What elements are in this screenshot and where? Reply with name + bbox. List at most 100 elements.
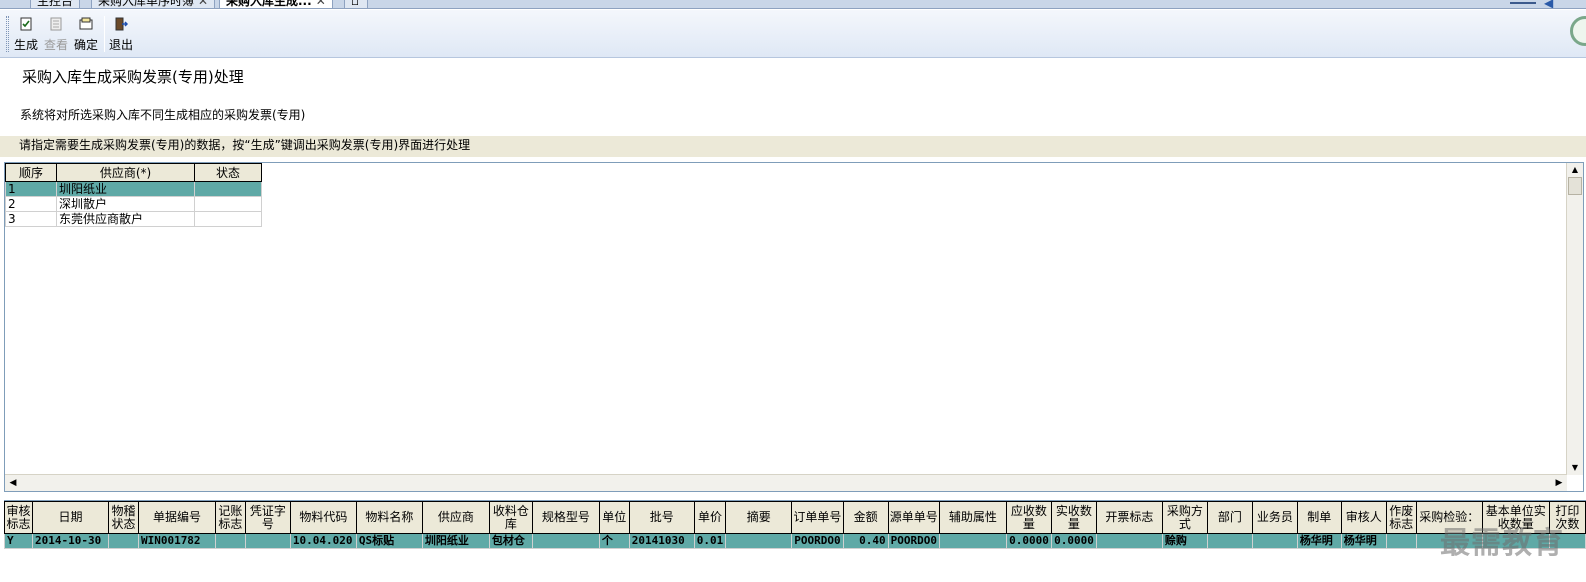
table-row[interactable]: 3 东莞供应商散户 [5, 211, 262, 227]
column-header[interactable]: 采购方式 [1161, 501, 1208, 534]
column-header[interactable]: 源单单号 [887, 501, 940, 534]
close-icon[interactable]: ✕ [198, 0, 208, 8]
table-cell[interactable]: 个 [598, 533, 630, 549]
table-cell[interactable]: Y [4, 533, 33, 549]
supplier-grid: 顺序 供应商(*) 状态 1 圳阳纸业 2 深圳散户 3 东莞供应商散户 [5, 163, 262, 227]
table-cell[interactable] [725, 533, 793, 549]
column-header[interactable]: 单价 [693, 501, 727, 534]
new-tab-icon: ▫ [351, 0, 360, 8]
column-header-status[interactable]: 状态 [194, 163, 262, 182]
table-row[interactable]: 1 圳阳纸业 [5, 181, 262, 197]
table-cell[interactable]: 杨华明 [1340, 533, 1387, 549]
instruction-bar: 请指定需要生成采购发票(专用)的数据，按“生成”键调出采购发票(专用)界面进行处… [0, 136, 1586, 157]
table-cell[interactable] [1251, 533, 1298, 549]
minimize-icon[interactable] [1510, 0, 1536, 4]
horizontal-scrollbar[interactable]: ◀ ▶ [5, 474, 1567, 491]
column-header[interactable]: 订单单号 [791, 501, 844, 534]
table-row[interactable]: 2 深圳散户 [5, 196, 262, 212]
table-cell[interactable] [214, 533, 246, 549]
toolbar-grip[interactable] [6, 16, 9, 52]
watermark: 最需教育 [1440, 526, 1564, 561]
view-button[interactable]: 查看 [41, 14, 71, 54]
table-cell[interactable] [1206, 533, 1253, 549]
column-header[interactable]: 制单 [1296, 501, 1342, 534]
table-cell[interactable] [1095, 533, 1163, 549]
table-cell[interactable]: 20141030 [628, 533, 695, 549]
table-cell[interactable] [244, 533, 291, 549]
generate-button[interactable]: 生成 [11, 14, 41, 54]
column-header[interactable]: 物稽状态 [107, 501, 139, 534]
column-header[interactable]: 日期 [31, 501, 109, 534]
vertical-scrollbar[interactable]: ▲ ▼ [1566, 163, 1583, 475]
cell-seq[interactable]: 3 [5, 211, 57, 227]
column-header[interactable]: 摘要 [725, 501, 793, 534]
cell-status[interactable] [194, 181, 262, 197]
table-cell[interactable] [1385, 533, 1417, 549]
table-cell[interactable]: POORDO0 [791, 533, 844, 549]
column-header-supplier[interactable]: 供应商(*) [56, 163, 195, 182]
column-header[interactable]: 记账标志 [214, 501, 246, 534]
table-cell[interactable] [531, 533, 600, 549]
column-header[interactable]: 物料名称 [355, 501, 423, 534]
exit-button[interactable]: 退出 [106, 14, 136, 54]
table-cell[interactable]: 10.04.020 [289, 533, 357, 549]
column-header[interactable]: 供应商 [421, 501, 490, 534]
confirm-button[interactable]: 确定 [71, 14, 101, 54]
table-cell[interactable]: 杨华明 [1296, 533, 1342, 549]
column-header[interactable]: 规格型号 [531, 501, 600, 534]
cell-seq[interactable]: 2 [5, 196, 57, 212]
column-header[interactable]: 辅助属性 [938, 501, 1007, 534]
scroll-left-icon[interactable]: ◀ [7, 477, 19, 489]
column-header[interactable]: 收料仓库 [488, 501, 533, 534]
column-header[interactable]: 单据编号 [137, 501, 216, 534]
table-cell[interactable] [107, 533, 139, 549]
table-row[interactable]: Y 2014-10-30 WIN001782 10.04.020 QS标贴 圳阳纸业 包材仓… [4, 533, 1586, 549]
cell-seq[interactable]: 1 [5, 181, 57, 197]
table-cell[interactable]: QS标贴 [355, 533, 423, 549]
supplier-grid-panel: 顺序 供应商(*) 状态 1 圳阳纸业 2 深圳散户 3 东莞供应商散户 ▲ ▼… [4, 162, 1584, 492]
column-header[interactable]: 物料代码 [289, 501, 357, 534]
scroll-thumb[interactable] [1568, 177, 1582, 195]
table-cell[interactable] [938, 533, 1007, 549]
table-cell[interactable]: 包材仓 [488, 533, 533, 549]
column-header[interactable]: 作废标志 [1385, 501, 1417, 534]
column-header[interactable]: 审核人 [1340, 501, 1387, 534]
table-cell[interactable]: POORDO0 [887, 533, 940, 549]
table-cell[interactable]: 0.01 [693, 533, 727, 549]
cell-supplier[interactable]: 深圳散户 [56, 196, 195, 212]
column-header[interactable]: 批号 [628, 501, 695, 534]
tab-new[interactable]: ▫ [344, 0, 368, 8]
scroll-up-icon[interactable]: ▲ [1570, 165, 1580, 175]
column-header[interactable]: 开票标志 [1095, 501, 1163, 534]
tab-invoice-generate[interactable]: 采购入库生成... ✕ [219, 0, 333, 8]
help-icon[interactable] [1570, 16, 1586, 46]
table-cell[interactable]: 2014-10-30 [31, 533, 109, 549]
table-cell[interactable]: WIN001782 [137, 533, 216, 549]
column-header[interactable]: 业务员 [1251, 501, 1298, 534]
cell-status[interactable] [194, 211, 262, 227]
table-cell[interactable]: 0.40 [842, 533, 889, 549]
tab-label: 主控台 [37, 0, 74, 8]
table-cell[interactable]: 0.0000 [1050, 533, 1097, 549]
column-header[interactable]: 金额 [842, 501, 889, 534]
cell-status[interactable] [194, 196, 262, 212]
column-header[interactable]: 部门 [1206, 501, 1253, 534]
scroll-right-icon[interactable]: ▶ [1553, 477, 1565, 489]
tab-console[interactable]: 主控台 [30, 0, 81, 8]
column-header[interactable]: 应收数量 [1005, 501, 1052, 534]
column-header[interactable]: 凭证字号 [244, 501, 291, 534]
column-header-seq[interactable]: 顺序 [5, 163, 57, 182]
cell-supplier[interactable]: 圳阳纸业 [56, 181, 195, 197]
column-header[interactable]: 审核标志 [4, 501, 33, 534]
tab-purchase-list[interactable]: 采购入库单序时簿 ✕ [91, 0, 216, 8]
table-cell[interactable]: 赊购 [1161, 533, 1208, 549]
column-header[interactable]: 实收数量 [1050, 501, 1097, 534]
cell-supplier[interactable]: 东莞供应商散户 [56, 211, 195, 227]
table-cell[interactable]: 圳阳纸业 [421, 533, 490, 549]
close-icon[interactable]: ✕ [316, 0, 326, 8]
instruction-text: 请指定需要生成采购发票(专用)的数据，按“生成”键调出采购发票(专用)界面进行处… [19, 138, 471, 152]
table-cell[interactable]: 0.0000 [1005, 533, 1052, 549]
window-icon[interactable]: ◀ [1544, 0, 1564, 8]
column-header[interactable]: 单位 [598, 501, 630, 534]
scroll-down-icon[interactable]: ▼ [1570, 463, 1580, 473]
